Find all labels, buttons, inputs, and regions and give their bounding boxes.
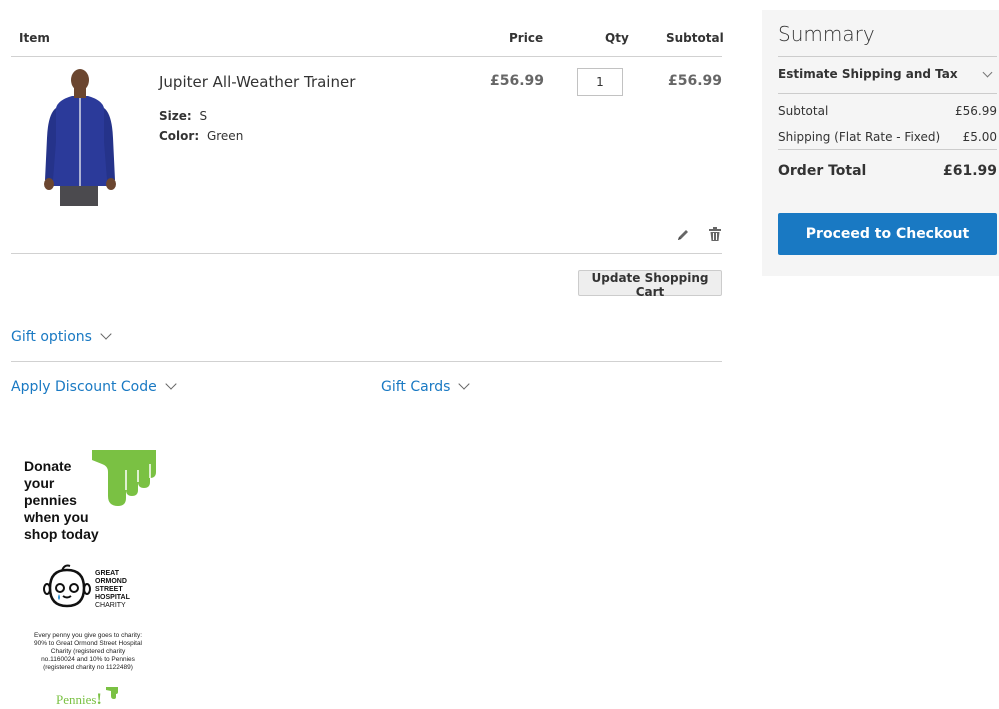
chevron-down-icon xyxy=(982,67,993,78)
order-total-value: £61.99 xyxy=(942,163,997,179)
gift-options-toggle[interactable]: Gift options xyxy=(11,328,112,345)
promo-line-4: when you xyxy=(24,509,89,525)
col-item-header: Item xyxy=(19,31,50,45)
charity-name-4: HOSPITAL xyxy=(95,594,130,601)
product-image[interactable] xyxy=(20,68,140,213)
option-size-value: S xyxy=(199,109,208,123)
summary-title: Summary xyxy=(778,22,875,46)
promo-line-1: Donate xyxy=(24,458,72,474)
col-qty-header: Qty xyxy=(605,31,629,45)
chevron-down-icon xyxy=(458,378,471,390)
charity-name: GREAT ORMOND STREET HOSPITAL CHARITY xyxy=(95,570,130,610)
promo-line-2: your xyxy=(24,475,55,491)
promo-line-5: shop today xyxy=(24,526,99,542)
total-divider xyxy=(778,149,997,150)
item-price: £56.99 xyxy=(490,73,545,89)
charity-name-2: ORMOND xyxy=(95,578,127,585)
fine-line-5: (registered charity no 1122489) xyxy=(43,664,133,671)
shipping-value: £5.00 xyxy=(962,130,997,144)
subtotal-value: £56.99 xyxy=(955,104,997,118)
promo-line-3: pennies xyxy=(24,492,77,508)
chevron-down-icon xyxy=(165,378,177,390)
charity-name-3: STREET xyxy=(95,586,123,593)
edit-pencil-icon[interactable] xyxy=(675,227,691,243)
row-divider xyxy=(11,253,722,254)
discount-toggle[interactable]: Apply Discount Code xyxy=(11,378,177,395)
item-subtotal: £56.99 xyxy=(668,73,723,89)
proceed-to-checkout-button[interactable]: Proceed to Checkout xyxy=(778,213,997,255)
gift-options-label: Gift options xyxy=(11,329,92,345)
gift-cards-label: Gift Cards xyxy=(381,379,451,395)
estimate-divider xyxy=(778,93,997,94)
fine-line-2: 90% to Great Ormond Street Hospital xyxy=(33,640,143,647)
qty-input[interactable] xyxy=(577,68,623,96)
update-cart-button[interactable]: Update Shopping Cart xyxy=(578,270,722,299)
charity-name-1: GREAT xyxy=(95,570,119,577)
option-color-value: Green xyxy=(206,129,244,143)
fine-line-4: no.1160024 and 10% to Pennies xyxy=(41,656,135,663)
promo-fine-print: Every penny you give goes to charity: 90… xyxy=(16,632,160,672)
pennies-logo-mark: ! xyxy=(96,691,102,708)
option-color-label: Color: xyxy=(159,129,200,143)
col-subtotal-header: Subtotal xyxy=(666,31,724,45)
gift-cards-toggle[interactable]: Gift Cards xyxy=(381,378,471,395)
order-summary-panel: Summary Estimate Shipping and Tax Subtot… xyxy=(762,10,999,276)
delete-trash-icon[interactable] xyxy=(707,226,723,243)
pointing-hand-icon xyxy=(92,450,156,506)
product-name-link[interactable]: Jupiter All-Weather Trainer xyxy=(159,73,355,91)
chevron-down-icon xyxy=(100,328,112,340)
order-total-label: Order Total xyxy=(778,163,867,179)
pennies-hand-icon xyxy=(106,684,118,699)
header-divider xyxy=(11,56,722,57)
subtotal-label: Subtotal xyxy=(778,104,829,118)
pennies-logo: Pennies! xyxy=(56,691,102,709)
option-size: Size: S xyxy=(159,109,207,123)
fine-line-3: Charity (registered charity xyxy=(50,648,126,655)
gift-divider xyxy=(11,361,722,362)
charity-name-5: CHARITY xyxy=(95,602,126,609)
promo-headline: Donate your pennies when you shop today xyxy=(24,458,99,543)
col-price-header: Price xyxy=(509,31,544,45)
option-size-label: Size: xyxy=(159,109,192,123)
pennies-promo-banner[interactable]: Donate your pennies when you shop today … xyxy=(16,448,166,708)
discount-label: Apply Discount Code xyxy=(11,379,157,395)
estimate-shipping-toggle[interactable]: Estimate Shipping and Tax xyxy=(778,57,997,93)
shipping-label: Shipping (Flat Rate - Fixed) xyxy=(778,130,941,144)
fine-line-1: Every penny you give goes to charity: xyxy=(33,632,143,639)
charity-baby-logo-icon xyxy=(42,562,92,612)
option-color: Color: Green xyxy=(159,129,243,143)
pennies-logo-text: Pennies xyxy=(56,692,97,707)
estimate-shipping-label: Estimate Shipping and Tax xyxy=(778,67,958,81)
